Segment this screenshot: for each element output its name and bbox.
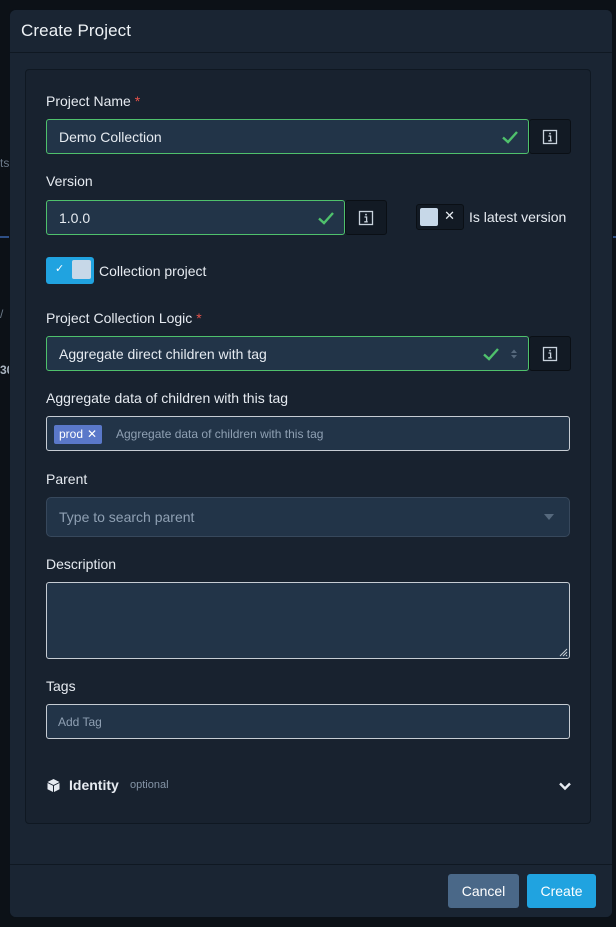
- identity-optional-hint: optional: [130, 779, 169, 791]
- parent-placeholder: Type to search parent: [59, 509, 195, 525]
- resize-grip-icon[interactable]: [558, 647, 568, 657]
- tags-placeholder: Add Tag: [58, 715, 102, 729]
- collection-logic-info-button[interactable]: [529, 336, 571, 371]
- project-name-value: Demo Collection: [59, 129, 162, 145]
- tag-chip-label: prod: [59, 427, 84, 441]
- description-label: Description: [46, 556, 117, 572]
- cube-icon: [47, 779, 60, 792]
- identity-title: Identity: [69, 777, 119, 793]
- toggle-on-glyph: ✓: [55, 263, 65, 275]
- tags-input[interactable]: Add Tag: [46, 704, 570, 739]
- check-icon: [483, 348, 499, 361]
- parent-label: Parent: [46, 471, 88, 487]
- project-name-label-text: Project Name: [46, 93, 131, 109]
- create-button[interactable]: Create: [527, 874, 596, 908]
- info-icon: [358, 210, 374, 225]
- required-mark: *: [134, 93, 141, 109]
- is-latest-version-label: Is latest version: [469, 209, 567, 225]
- modal-title: Create Project: [21, 21, 132, 40]
- collection-project-toggle[interactable]: ✓: [46, 257, 94, 284]
- modal-header: Create Project: [10, 10, 612, 53]
- caret-down-icon: [544, 514, 554, 520]
- toggle-knob: [72, 260, 91, 279]
- is-latest-version-toggle[interactable]: ✕: [416, 204, 464, 230]
- chevron-down-icon[interactable]: [558, 779, 572, 793]
- info-icon: [542, 129, 558, 144]
- version-info-button[interactable]: [345, 200, 387, 235]
- modal-body: Project Name * Demo Collection Version 1…: [10, 53, 612, 864]
- identity-section-toggle[interactable]: Identity optional: [46, 777, 572, 797]
- aggregate-tag-label: Aggregate data of children with this tag: [46, 390, 289, 406]
- project-name-label: Project Name *: [46, 93, 140, 109]
- parent-search-select[interactable]: Type to search parent: [46, 497, 570, 537]
- version-input[interactable]: 1.0.0: [46, 200, 345, 235]
- create-project-modal: Create Project Project Name * Demo Colle…: [10, 10, 612, 917]
- form-card: Project Name * Demo Collection Version 1…: [25, 69, 591, 824]
- aggregate-tag-placeholder: Aggregate data of children with this tag: [116, 427, 324, 441]
- check-icon: [318, 212, 334, 225]
- project-name-input[interactable]: Demo Collection: [46, 119, 529, 154]
- collection-project-label: Collection project: [99, 263, 207, 279]
- background-divider: [0, 236, 10, 238]
- info-icon: [542, 346, 558, 361]
- check-icon: [502, 131, 518, 144]
- background-text: /: [0, 307, 4, 321]
- remove-tag-button[interactable]: ✕: [87, 427, 97, 441]
- collection-logic-label: Project Collection Logic *: [46, 310, 202, 326]
- toggle-knob: [420, 208, 438, 226]
- modal-footer: Cancel Create: [10, 864, 612, 917]
- tags-label: Tags: [46, 678, 76, 694]
- collection-logic-value: Aggregate direct children with tag: [59, 346, 267, 362]
- description-textarea[interactable]: [46, 582, 570, 659]
- aggregate-tag-input[interactable]: prod ✕ Aggregate data of children with th…: [46, 416, 570, 451]
- tag-chip: prod ✕: [54, 425, 103, 444]
- project-name-info-button[interactable]: [529, 119, 571, 154]
- version-value: 1.0.0: [59, 210, 91, 226]
- toggle-off-glyph: ✕: [444, 208, 455, 223]
- collection-logic-label-text: Project Collection Logic: [46, 310, 193, 326]
- collection-logic-select[interactable]: Aggregate direct children with tag: [46, 336, 529, 371]
- cancel-button[interactable]: Cancel: [448, 874, 519, 908]
- sort-arrows-icon: [511, 349, 517, 359]
- background-text: ts: [0, 156, 10, 170]
- required-mark: *: [196, 310, 202, 326]
- version-label: Version: [46, 173, 93, 189]
